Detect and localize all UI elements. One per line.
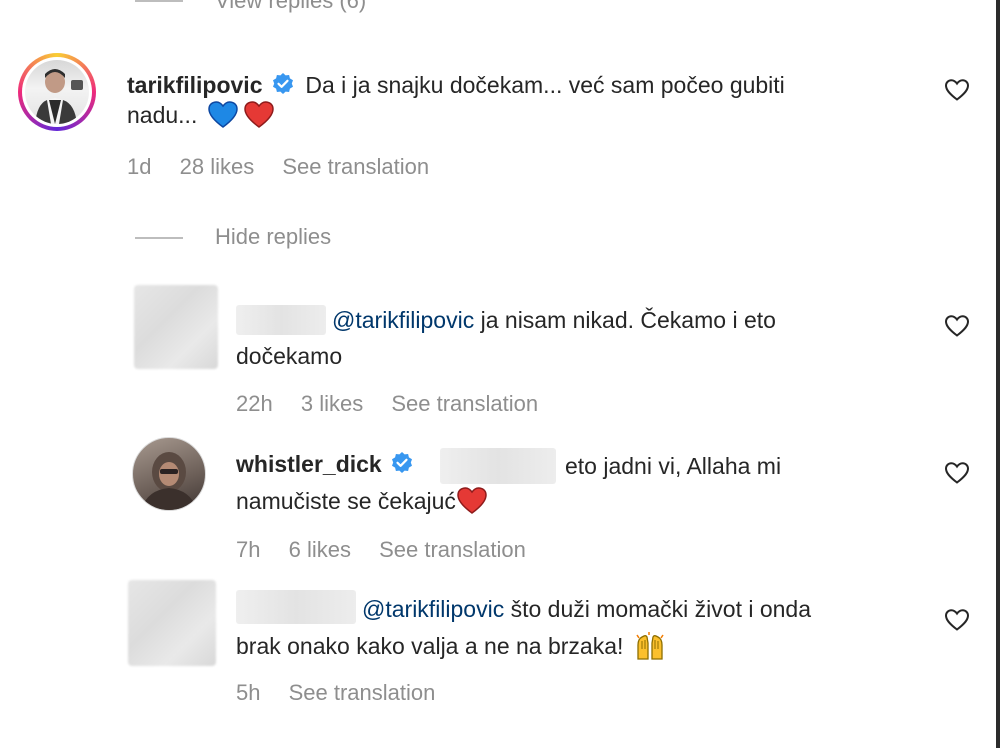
reply-text: što duži momački život i onda [504,596,812,622]
comment-line-2: nadu... [127,96,275,134]
heart-outline-icon [944,315,970,337]
verified-badge-icon [272,73,293,94]
reply-username[interactable]: whistler_dick [236,451,382,477]
hide-replies-button[interactable]: Hide replies [215,224,331,250]
blue-heart-emoji [208,101,238,128]
reply-text-cont: dočekamo [236,343,343,369]
reply-line-2: dočekamo [236,337,342,375]
comment-likes[interactable]: 28 likes [180,154,255,179]
like-reply-button[interactable] [944,461,970,485]
heart-outline-icon [944,609,970,631]
reply-text-cont: namučiste se čekajuć [236,488,456,514]
see-translation-link[interactable]: See translation [282,154,429,179]
reply-text-line-1: eto jadni vi, Allaha mi [565,447,781,485]
replies-divider-line [135,0,183,2]
story-ring[interactable] [18,53,96,131]
reply-username-blurred[interactable] [236,590,356,624]
frame-border [996,0,1000,748]
heart-outline-icon [944,462,970,484]
reply-avatar-blurred[interactable] [128,580,216,666]
raising-hands-emoji [636,632,664,660]
see-translation-link[interactable]: See translation [391,391,538,416]
reply-text: ja nisam nikad. Čekamo i eto [474,307,776,333]
reply-username-blurred[interactable] [236,305,326,335]
reply-meta: 7h 6 likes See translation [236,537,526,563]
reply-mention[interactable]: @tarikfilipovic [362,596,504,622]
avatar[interactable] [132,437,206,511]
reply-line-1: @tarikfilipovic ja nisam nikad. Čekamo i… [332,301,776,339]
person-photo-icon [141,452,197,510]
replies-divider-line [135,237,183,239]
view-replies-button[interactable]: View replies (6) [215,0,366,14]
reply-time: 5h [236,680,261,705]
verified-badge-icon [392,452,413,473]
see-translation-link[interactable]: See translation [379,537,526,562]
heart-outline-icon [944,79,970,101]
reply-avatar-blurred[interactable] [134,285,218,369]
comment-username[interactable]: tarikfilipovic [127,72,262,98]
reply-text: eto jadni vi, Allaha mi [565,453,782,479]
reply-likes[interactable]: 6 likes [289,537,351,562]
reply-mention[interactable]: @tarikfilipovic [332,307,474,333]
like-comment-button[interactable] [944,78,970,102]
reply-line-1: @tarikfilipovic što duži momački život i… [362,590,811,628]
reply-likes[interactable]: 3 likes [301,391,363,416]
reply-meta: 5h See translation [236,680,435,706]
red-heart-emoji [244,101,275,128]
reply-line-1: whistler_dick [236,451,414,478]
comment-meta: 1d 28 likes See translation [127,154,429,180]
reply-text-cont: brak onako kako valja a ne na brzaka! [236,633,624,659]
person-silhouette-icon [35,69,83,124]
avatar [25,60,89,124]
mention-blurred[interactable] [440,448,556,484]
comment-text-cont: nadu... [127,102,198,128]
reply-line-2: namučiste se čekajuć [236,482,487,520]
like-reply-button[interactable] [944,608,970,632]
reply-time: 22h [236,391,273,416]
reply-time: 7h [236,537,261,562]
comment-time: 1d [127,154,152,179]
reply-meta: 22h 3 likes See translation [236,391,538,417]
reply-line-2: brak onako kako valja a ne na brzaka! [236,627,666,665]
see-translation-link[interactable]: See translation [289,680,436,705]
like-reply-button[interactable] [944,314,970,338]
comment-text: Da i ja snajku dočekam... već sam počeo … [305,72,785,98]
red-heart-emoji [457,487,487,514]
